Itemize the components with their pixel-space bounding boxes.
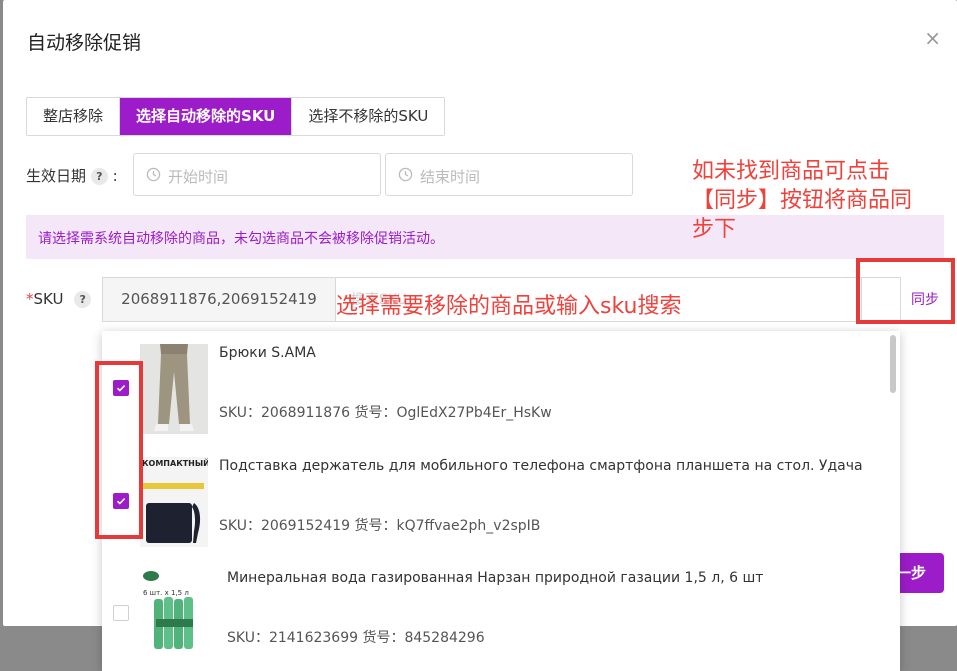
mode-tabs: 整店移除 选择自动移除的SKU 选择不移除的SKU [26,97,446,136]
close-icon[interactable]: × [924,26,941,50]
list-item[interactable]: Брюки S.AMA SKU：2068911876 货号：OglEdX27Pb… [102,331,892,444]
phone-stand-image [142,483,204,543]
list-item[interactable]: КОМПАКТНЫЙ Подставка держатель для мобил… [102,444,892,557]
selected-sku-values: 2068911876,2069152419 [103,278,336,321]
sync-hint-annotation: 如未找到商品可点击 【同步】按钮将商品同 步下 [692,157,912,244]
sku-dropdown-list: Брюки S.AMA SKU：2068911876 货号：OglEdX27Pb… [102,331,900,671]
item-sku: SKU：2141623699 货号：845284296 [227,630,485,646]
annotation-line: 【同步】按钮将商品同 [692,188,913,213]
start-date-placeholder: 开始时间 [168,168,229,186]
tab-select-auto-remove-sku[interactable]: 选择自动移除的SKU [119,98,292,135]
help-icon[interactable]: ? [90,168,108,185]
tab-whole-store-remove[interactable]: 整店移除 [27,98,120,135]
list-item[interactable]: 6 шт. x 1,5 л Минеральная вода газирован… [102,557,892,670]
item-checkbox[interactable] [113,605,129,621]
item-name: Брюки S.AMA [219,345,316,361]
item-sku: SKU：2069152419 货号：kQ7ffvae2ph_v2spIB [219,518,541,534]
trousers-image [140,344,208,434]
item-name: Подставка держатель для мобильного телеф… [219,458,863,474]
checkbox-highlight-box [95,361,143,539]
modal-title: 自动移除促销 [27,32,142,54]
clock-icon [146,167,161,182]
end-date-placeholder: 结束时间 [420,168,481,186]
annotation-line: 如未找到商品可点击 [692,159,891,184]
thumbnail-caption: 6 шт. x 1,5 л [143,589,189,597]
product-thumbnail: 6 шт. x 1,5 л [140,567,208,657]
effective-date-label: 生效日期 ? : [26,165,118,186]
required-mark: * [26,290,34,308]
help-icon[interactable]: ? [74,291,92,308]
effective-date-text: 生效日期 [26,167,87,185]
product-thumbnail [140,344,208,434]
end-date-input[interactable]: 结束时间 [385,153,633,196]
start-date-input[interactable]: 开始时间 [133,153,381,196]
product-thumbnail: КОМПАКТНЫЙ [140,457,208,547]
sku-label: *SKU ? [26,290,92,308]
tab-select-keep-sku[interactable]: 选择不移除的SKU [291,98,445,135]
label-colon: : [112,167,118,185]
item-sku: SKU：2068911876 货号：OglEdX27Pb4Er_HsKw [219,405,552,421]
water-bottles-image [143,571,193,649]
sku-label-text: SKU [33,290,64,308]
clock-icon [398,167,413,182]
item-name: Минеральная вода газированная Нарзан при… [227,570,764,586]
search-hint-annotation: 选择需要移除的商品或输入sku搜索 [336,294,682,319]
thumbnail-caption: КОМПАКТНЫЙ [142,459,208,468]
sync-highlight-box [856,258,955,324]
annotation-line: 步下 [692,217,737,242]
